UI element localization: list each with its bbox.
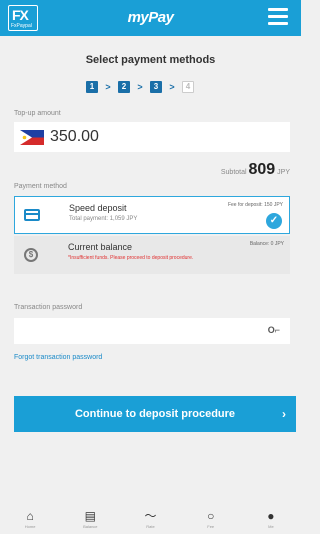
step-indicator: 1 > 2 > 3 > 4 [86,80,194,94]
method-fee: Fee for deposit: 150 JPY [227,202,283,208]
topup-amount: 350.00 [50,128,99,145]
topup-amount-field[interactable]: 350.00 [14,122,290,152]
nav-label: Rate [146,524,155,529]
step-4: 4 [182,81,194,93]
method-subtitle: Total payment: 1,059 JPY [69,216,138,222]
page-title: Select payment methods [85,54,216,66]
payment-option-speed-deposit[interactable]: Speed deposit Total payment: 1,059 JPY F… [14,196,290,234]
subtotal: Subtotal 809 JPY [170,161,290,179]
topup-label: Top-up amount [14,110,61,117]
nav-item-me[interactable]: ● Me [241,506,301,534]
forgot-password-link[interactable]: Forgot transaction password [14,354,102,361]
password-label: Transaction password [14,304,83,311]
nav-item-rate[interactable]: 〜 Rate [120,506,180,534]
nav-item-fee[interactable]: ○ Fee [181,506,241,534]
wallet-icon: $ [24,248,38,262]
continue-button-label: Continue to deposit procedure [74,408,236,420]
app-header: FX FxPaypal myPay [0,0,301,36]
user-icon: ● [267,509,275,523]
subtotal-label: Subtotal [220,169,247,176]
card-icon [24,209,40,221]
chart-icon: 〜 [144,509,157,523]
home-icon: ⌂ [26,509,34,523]
nav-item-home[interactable]: ⌂ Home [0,506,60,534]
method-balance: Balance: 0 JPY [249,241,284,247]
payment-option-current-balance[interactable]: $ Current balance *Insufficient funds. P… [14,236,290,274]
nav-label: Balance [83,524,98,529]
method-title: Current balance [68,242,133,252]
chevron-right-icon: › [282,407,286,421]
step-1: 1 [86,81,98,93]
insufficient-funds-warning: *Insufficient funds. Please proceed to d… [68,255,194,261]
bottom-nav: ⌂ Home ▤ Balance 〜 Rate ○ Fee ● Me [0,506,301,534]
method-title: Speed deposit [69,203,127,213]
document-icon: ▤ [84,509,96,523]
key-icon[interactable]: O⌐ [268,325,280,335]
subtotal-value: 809 [248,161,276,178]
app-title: myPay [127,9,174,26]
nav-item-balance[interactable]: ▤ Balance [60,506,120,534]
payment-method-label: Payment method [14,183,67,190]
nav-label: Fee [207,524,215,529]
chevron-right-icon: > [105,82,111,92]
continue-button[interactable]: Continue to deposit procedure › [14,396,296,432]
step-3: 3 [150,81,162,93]
philippines-flag-icon [20,130,44,145]
hamburger-menu-icon[interactable] [268,8,290,28]
refresh-icon: ○ [207,509,215,523]
step-2: 2 [118,81,130,93]
transaction-password-field[interactable]: O⌐ [14,318,290,344]
nav-label: Me [268,524,274,529]
subtotal-unit: JPY [277,169,290,176]
chevron-right-icon: > [137,82,143,92]
nav-label: Home [24,524,36,529]
check-icon: ✓ [266,213,282,229]
chevron-right-icon: > [169,82,175,92]
